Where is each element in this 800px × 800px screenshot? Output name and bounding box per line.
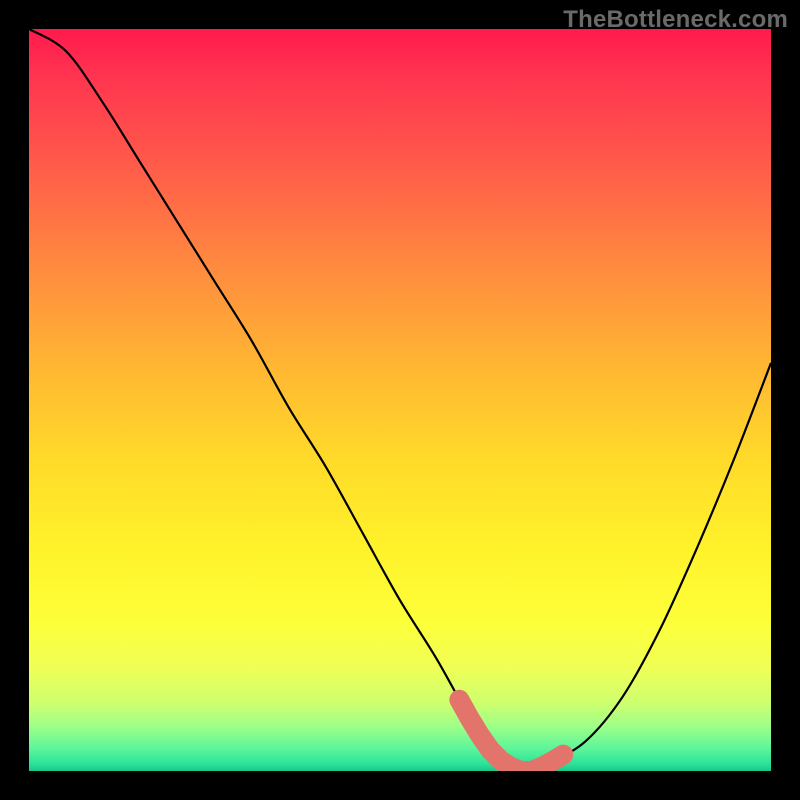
- optimal-range-marker: [459, 700, 563, 771]
- bottleneck-curve: [29, 29, 771, 771]
- bottleneck-curve-svg: [29, 29, 771, 771]
- watermark-text: TheBottleneck.com: [563, 6, 788, 34]
- chart-plot-area: [29, 29, 771, 771]
